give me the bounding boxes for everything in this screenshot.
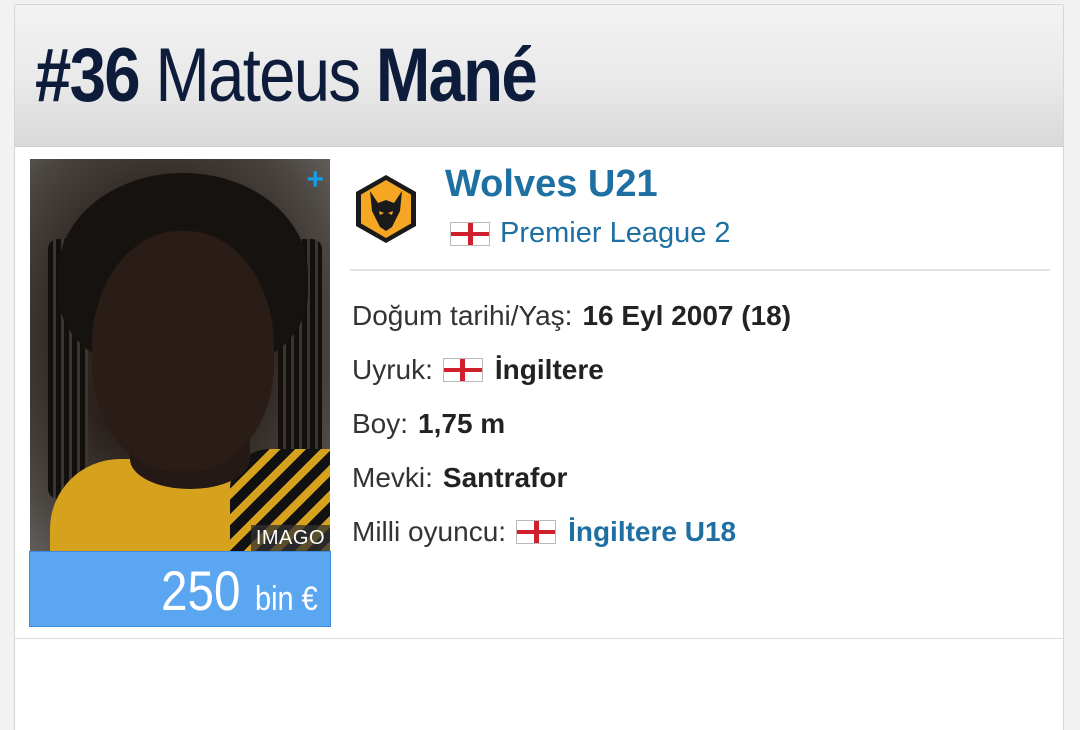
league-name: Premier League 2 xyxy=(500,217,731,249)
add-icon[interactable]: + xyxy=(306,165,324,195)
national-team-row: Milli oyuncu: İngiltere U18 xyxy=(352,505,791,559)
player-card: #36 Mateus Mané + IMAGO 250 bin € Wolves… xyxy=(14,4,1064,730)
position-row: Mevki: Santrafor xyxy=(352,451,791,505)
england-flag-icon xyxy=(516,520,557,544)
photo-credit: IMAGO xyxy=(250,525,330,551)
club-section: Wolves U21 Premier League 2 xyxy=(350,159,1050,271)
height-row: Boy: 1,75 m xyxy=(352,397,791,451)
birth-value: 16 Eyl 2007 (18) xyxy=(582,300,792,331)
market-value-amount: 250 xyxy=(160,559,241,622)
market-value-button[interactable]: 250 bin € xyxy=(29,551,331,627)
national-team-label: Milli oyuncu: xyxy=(352,516,507,547)
height-label: Boy: xyxy=(352,408,409,439)
player-photo[interactable]: + IMAGO xyxy=(30,159,330,551)
position-value: Santrafor xyxy=(442,462,568,493)
wolves-crest-icon[interactable] xyxy=(350,173,422,245)
nationality-value: İngiltere xyxy=(494,354,604,385)
shirt-number: #36 xyxy=(35,33,141,118)
birth-label: Doğum tarihi/Yaş: xyxy=(352,300,573,331)
player-header: #36 Mateus Mané xyxy=(15,5,1063,147)
player-last-name: Mané xyxy=(375,33,538,118)
club-name-link[interactable]: Wolves U21 xyxy=(445,163,658,206)
market-value-unit: bin € xyxy=(255,580,318,618)
player-details: Doğum tarihi/Yaş: 16 Eyl 2007 (18) Uyruk… xyxy=(352,289,791,559)
england-flag-icon xyxy=(442,358,483,382)
birth-row: Doğum tarihi/Yaş: 16 Eyl 2007 (18) xyxy=(352,289,791,343)
player-info: + IMAGO 250 bin € Wolves U21 Premier Lea… xyxy=(15,147,1063,639)
england-flag-icon xyxy=(450,221,490,246)
nationality-row: Uyruk: İngiltere xyxy=(352,343,791,397)
national-team-link[interactable]: İngiltere U18 xyxy=(568,516,736,548)
league-link[interactable]: Premier League 2 xyxy=(450,217,731,250)
position-label: Mevki: xyxy=(352,462,433,493)
nationality-label: Uyruk: xyxy=(352,354,433,385)
height-value: 1,75 m xyxy=(418,408,506,439)
player-first-name: Mateus xyxy=(155,33,361,118)
player-title: #36 Mateus Mané xyxy=(35,32,538,119)
